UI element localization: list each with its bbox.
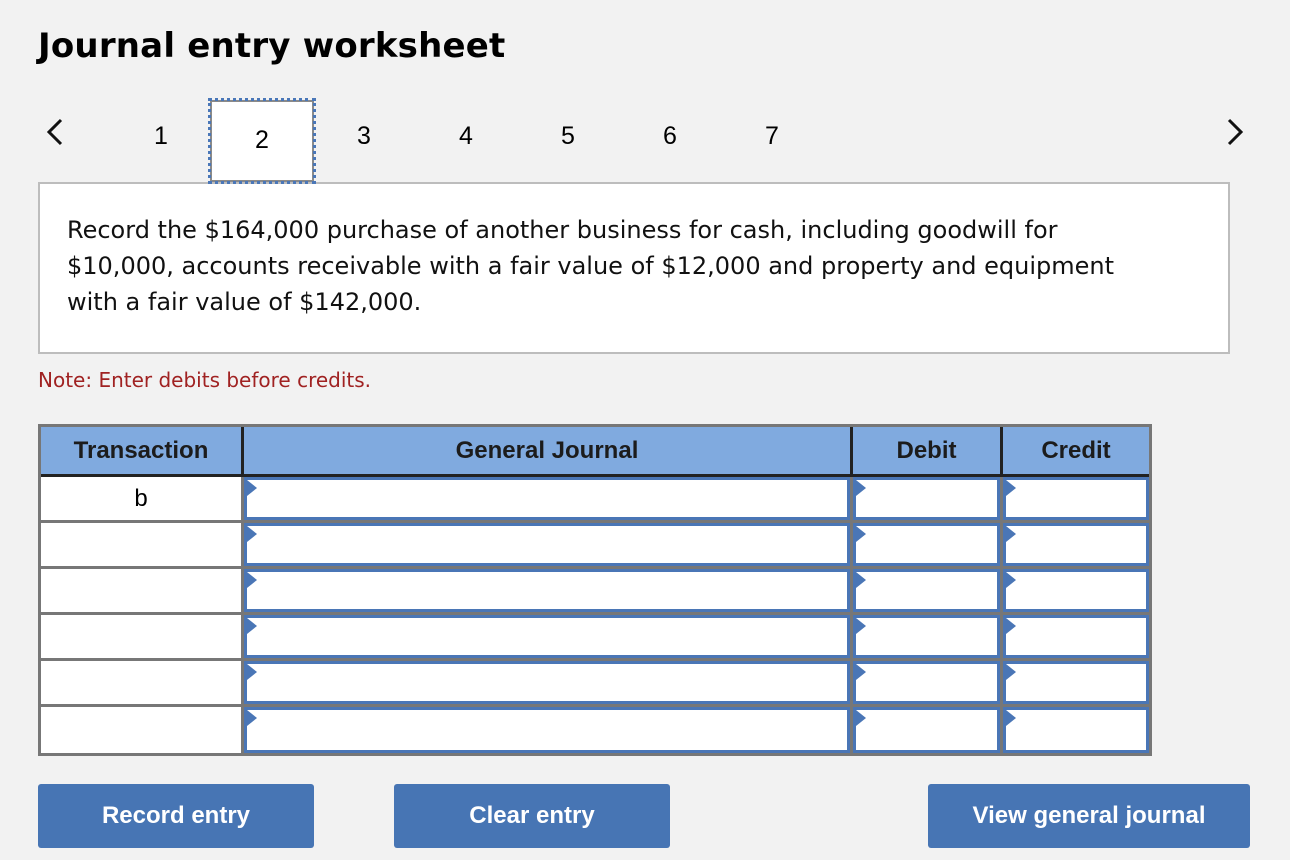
- transaction-cell: [41, 569, 244, 612]
- debit-cell: [853, 707, 1003, 753]
- transaction-cell: [41, 661, 244, 704]
- account-input[interactable]: [244, 661, 850, 704]
- chevron-right-icon: [1227, 118, 1244, 146]
- debit-cell: [853, 661, 1003, 704]
- table-row: b: [41, 477, 1149, 523]
- credit-input[interactable]: [1003, 477, 1149, 520]
- credit-input[interactable]: [1003, 615, 1149, 658]
- transaction-cell: [41, 707, 244, 753]
- chevron-left-icon: [46, 118, 63, 146]
- question-prompt-text: Record the $164,000 purchase of another …: [67, 216, 1115, 316]
- prev-page-button[interactable]: [40, 110, 70, 154]
- credit-input[interactable]: [1003, 569, 1149, 612]
- account-cell: [244, 477, 853, 520]
- account-cell: [244, 569, 853, 612]
- table-row: [41, 661, 1149, 707]
- page-tab-6[interactable]: 6: [619, 96, 721, 186]
- header-general-journal: General Journal: [244, 427, 853, 474]
- table-row: [41, 569, 1149, 615]
- credit-input[interactable]: [1003, 661, 1149, 704]
- account-input[interactable]: [244, 523, 850, 566]
- page-tab-7[interactable]: 7: [721, 96, 823, 186]
- credit-cell: [1003, 615, 1149, 658]
- table-row: [41, 707, 1149, 753]
- account-input[interactable]: [244, 569, 850, 612]
- debit-cell: [853, 569, 1003, 612]
- journal-entry-table: Transaction General Journal Debit Credit…: [38, 424, 1152, 756]
- account-cell: [244, 615, 853, 658]
- worksheet-pager: 1 2 3 4 5 6 7: [0, 96, 1290, 186]
- account-cell: [244, 661, 853, 704]
- debit-cell: [853, 477, 1003, 520]
- entry-note: Note: Enter debits before credits.: [38, 368, 372, 392]
- credit-cell: [1003, 523, 1149, 566]
- debit-input[interactable]: [853, 477, 1000, 520]
- credit-cell: [1003, 569, 1149, 612]
- debit-input[interactable]: [853, 615, 1000, 658]
- next-page-button[interactable]: [1220, 110, 1250, 154]
- credit-input[interactable]: [1003, 707, 1149, 753]
- credit-cell: [1003, 661, 1149, 704]
- credit-cell: [1003, 707, 1149, 753]
- transaction-cell: [41, 523, 244, 566]
- debit-input[interactable]: [853, 569, 1000, 612]
- header-debit: Debit: [853, 427, 1003, 474]
- account-cell: [244, 707, 853, 753]
- view-general-journal-button[interactable]: View general journal: [928, 784, 1250, 848]
- debit-input[interactable]: [853, 661, 1000, 704]
- credit-input[interactable]: [1003, 523, 1149, 566]
- table-header-row: Transaction General Journal Debit Credit: [41, 427, 1149, 477]
- account-input[interactable]: [244, 477, 850, 520]
- page-tab-2[interactable]: 2: [208, 98, 316, 184]
- clear-entry-button[interactable]: Clear entry: [394, 784, 670, 848]
- account-cell: [244, 523, 853, 566]
- page-tab-4[interactable]: 4: [415, 96, 517, 186]
- table-row: [41, 523, 1149, 569]
- debit-cell: [853, 615, 1003, 658]
- debit-cell: [853, 523, 1003, 566]
- debit-input[interactable]: [853, 707, 1000, 753]
- page-title: Journal entry worksheet: [38, 26, 506, 66]
- header-credit: Credit: [1041, 436, 1111, 464]
- account-input[interactable]: [244, 615, 850, 658]
- page-tab-3[interactable]: 3: [313, 96, 415, 186]
- debit-input[interactable]: [853, 523, 1000, 566]
- account-input[interactable]: [244, 707, 850, 753]
- header-transaction: Transaction: [41, 427, 244, 474]
- question-prompt-box: Record the $164,000 purchase of another …: [38, 182, 1230, 354]
- transaction-cell: b: [41, 477, 244, 520]
- page-tab-5[interactable]: 5: [517, 96, 619, 186]
- table-row: [41, 615, 1149, 661]
- record-entry-button[interactable]: Record entry: [38, 784, 314, 848]
- transaction-cell: [41, 615, 244, 658]
- credit-cell: [1003, 477, 1149, 520]
- page-tab-1[interactable]: 1: [110, 96, 212, 186]
